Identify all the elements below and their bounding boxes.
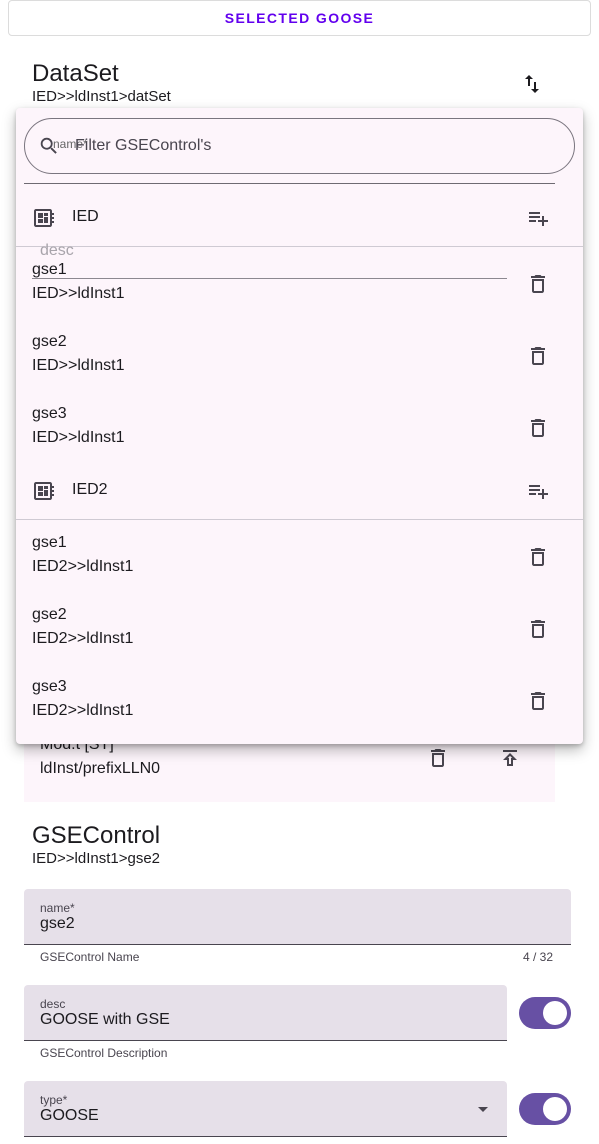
name-helper: GSEControl Name	[40, 950, 140, 964]
switch-knob	[543, 1001, 567, 1025]
swap-vert-icon	[525, 75, 539, 93]
gsecontrol-path: IED>>ldInst1>gse2	[32, 850, 161, 867]
group-label: IED	[72, 208, 99, 225]
item-subtitle: IED>>ldInst1	[32, 285, 125, 302]
group-header-ied2: IED2	[16, 463, 583, 519]
item-subtitle: IED2>>ldInst1	[32, 558, 134, 575]
switch-knob	[543, 1097, 567, 1121]
playlist-add-icon[interactable]	[526, 479, 550, 503]
delete-icon[interactable]	[526, 272, 550, 296]
selected-goose-button[interactable]: SELECTED GOOSE	[8, 0, 591, 36]
delete-icon[interactable]	[526, 545, 550, 569]
gsecontrol-title: GSEControl	[32, 822, 161, 849]
item-subtitle: IED2>>ldInst1	[32, 630, 134, 647]
playlist-add-icon[interactable]	[526, 206, 550, 230]
list-item[interactable]: gse2 IED2>>ldInst1	[16, 592, 583, 664]
desc-field-label: desc	[40, 997, 66, 1011]
filter-placeholder: Filter GSEControl's	[75, 137, 212, 154]
name-counter: 4 / 32	[523, 950, 554, 964]
type-field-label: type*	[40, 1093, 68, 1107]
desc-field-value: GOOSE with GSE	[40, 1011, 170, 1028]
selected-goose-label: SELECTED GOOSE	[224, 10, 375, 26]
type-field-value: GOOSE	[40, 1107, 99, 1124]
publish-icon	[503, 750, 517, 766]
list-item[interactable]: gse3 IED>>ldInst1	[16, 391, 583, 463]
filter-divider	[24, 183, 555, 184]
delete-icon	[431, 749, 445, 767]
desc-helper: GSEControl Description	[40, 1046, 168, 1060]
item-title: gse1	[32, 261, 67, 278]
gsecontrol-selector-dialog: name* Filter GSEControl's IED desc gse1 …	[16, 108, 583, 744]
list-item[interactable]: gse3 IED2>>ldInst1	[16, 664, 583, 736]
list-item[interactable]: gse1 IED>>ldInst1	[16, 247, 583, 319]
fcda-publish-button[interactable]	[498, 746, 522, 775]
desc-field[interactable]: desc GOOSE with GSE	[24, 985, 507, 1041]
name-field[interactable]: name* gse2	[24, 889, 571, 945]
list-item[interactable]: gse2 IED>>ldInst1	[16, 319, 583, 391]
list-item[interactable]: gse1 IED2>>ldInst1	[16, 520, 583, 592]
delete-icon[interactable]	[526, 689, 550, 713]
name-field-value: gse2	[40, 915, 75, 932]
dropdown-arrow-icon[interactable]	[478, 1107, 488, 1112]
swap-vert-button[interactable]	[516, 68, 548, 100]
item-title: gse3	[32, 405, 67, 422]
item-subtitle: IED2>>ldInst1	[32, 702, 134, 719]
item-title: gse2	[32, 606, 67, 623]
delete-icon[interactable]	[526, 416, 550, 440]
delete-icon[interactable]	[526, 344, 550, 368]
delete-icon[interactable]	[526, 617, 550, 641]
desc-nullable-switch[interactable]	[519, 997, 571, 1029]
fcda-subtitle: ldInst/prefixLLN0	[40, 760, 161, 777]
group-header-ied: IED	[16, 190, 583, 246]
item-title: gse3	[32, 678, 67, 695]
item-title: gse1	[32, 534, 67, 551]
dataset-path: IED>>ldInst1>datSet	[32, 88, 171, 105]
filter-input[interactable]: name* Filter GSEControl's	[24, 118, 575, 174]
item-subtitle: IED>>ldInst1	[32, 357, 125, 374]
name-field-label: name*	[40, 901, 75, 915]
developer-board-icon	[34, 482, 54, 500]
type-nullable-switch[interactable]	[519, 1093, 571, 1125]
developer-board-icon	[34, 209, 54, 227]
fcda-delete-button[interactable]	[426, 746, 450, 775]
dataset-title: DataSet	[32, 60, 119, 87]
item-subtitle: IED>>ldInst1	[32, 429, 125, 446]
type-select[interactable]: type* GOOSE	[24, 1081, 507, 1137]
item-title: gse2	[32, 333, 67, 350]
group-label: IED2	[72, 481, 108, 498]
